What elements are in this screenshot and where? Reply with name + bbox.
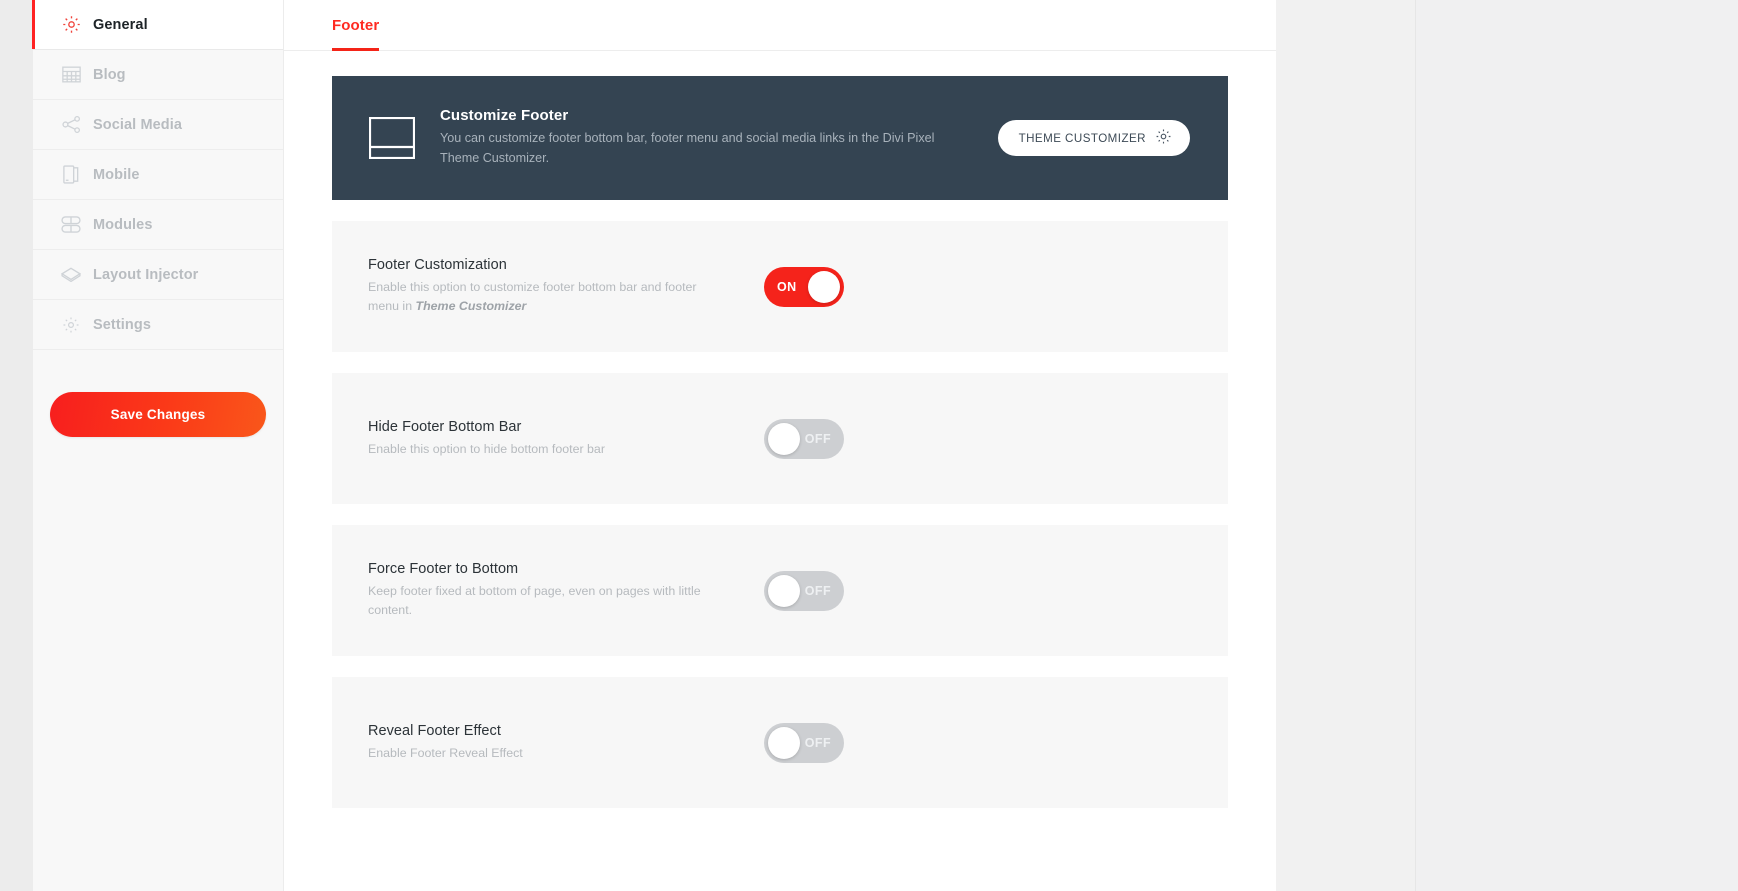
sidebar-item-blog[interactable]: Blog xyxy=(33,50,283,100)
sidebar-item-layout-injector[interactable]: Layout Injector xyxy=(33,250,283,300)
sidebar-item-label: Modules xyxy=(93,216,153,233)
sidebar-item-label: Settings xyxy=(93,316,151,333)
tab-footer[interactable]: Footer xyxy=(332,0,380,51)
modules-stack-icon xyxy=(60,214,82,236)
customize-footer-banner: Customize Footer You can customize foote… xyxy=(332,76,1228,200)
option-rows: Footer Customization Enable this option t… xyxy=(332,221,1228,808)
option-toggle[interactable]: OFF xyxy=(764,418,844,459)
mobile-device-icon xyxy=(60,164,82,186)
footer-layout-icon xyxy=(367,113,417,163)
sidebar-item-label: Social Media xyxy=(93,116,183,133)
option-description: Enable this option to customize footer b… xyxy=(368,278,728,315)
sidebar-item-label: Layout Injector xyxy=(93,266,199,283)
gear-icon xyxy=(60,14,82,36)
settings-gear-icon xyxy=(60,314,82,336)
theme-customizer-button-label: THEME CUSTOMIZER xyxy=(1018,131,1146,145)
option-row-hide-footer-bottom-bar: Hide Footer Bottom Bar Enable this option… xyxy=(332,373,1228,504)
option-title: Force Footer to Bottom xyxy=(368,561,519,578)
sidebar-item-general[interactable]: General xyxy=(32,0,283,50)
settings-main-panel: Footer Customize Footer You can customiz… xyxy=(284,0,1276,891)
footer-settings-panel: Customize Footer You can customize foote… xyxy=(284,76,1276,808)
sidebar-item-label: General xyxy=(93,16,148,33)
option-description-text: Enable Footer Reveal Effect xyxy=(368,745,523,760)
sidebar-item-label: Blog xyxy=(93,66,126,83)
option-title: Hide Footer Bottom Bar xyxy=(368,418,522,435)
theme-customizer-button[interactable]: THEME CUSTOMIZER xyxy=(997,120,1190,156)
toggle-knob xyxy=(808,270,840,303)
share-nodes-icon xyxy=(60,114,82,136)
toggle-state-label: OFF xyxy=(804,735,831,750)
option-row-reveal-footer-effect: Reveal Footer Effect Enable Footer Reveal… xyxy=(332,677,1228,808)
option-toggle[interactable]: ON xyxy=(764,266,844,307)
option-description: Keep footer fixed at bottom of page, eve… xyxy=(368,582,728,619)
sidebar-item-social-media[interactable]: Social Media xyxy=(33,100,283,150)
save-changes-button[interactable]: Save Changes xyxy=(50,392,266,437)
banner-description: You can customize footer bottom bar, foo… xyxy=(440,131,935,165)
sidebar-item-mobile[interactable]: Mobile xyxy=(33,150,283,200)
blog-grid-icon xyxy=(60,64,82,86)
layout-diamond-icon xyxy=(60,264,82,286)
option-toggle[interactable]: OFF xyxy=(764,570,844,611)
option-copy: Hide Footer Bottom Bar Enable this option… xyxy=(368,419,764,459)
option-title: Footer Customization xyxy=(368,257,507,274)
banner-text-block: Customize Footer You can customize foote… xyxy=(440,107,998,168)
option-toggle[interactable]: OFF xyxy=(764,722,844,763)
tab-bar: Footer xyxy=(284,0,1276,51)
page-outer-background xyxy=(1415,0,1738,891)
settings-sidebar: General Blog Social Media Mobile Modules Layo… xyxy=(32,0,284,891)
save-button-container: Save Changes xyxy=(33,350,283,437)
option-description-emphasis: Theme Customizer xyxy=(415,299,527,313)
sidebar-item-label: Mobile xyxy=(93,166,140,183)
toggle-knob xyxy=(768,574,800,607)
option-description-text: Keep footer fixed at bottom of page, eve… xyxy=(368,584,701,617)
option-row-footer-customization: Footer Customization Enable this option t… xyxy=(332,221,1228,352)
option-row-force-footer-to-bottom: Force Footer to Bottom Keep footer fixed … xyxy=(332,525,1228,656)
toggle-knob xyxy=(768,726,800,759)
option-copy: Reveal Footer Effect Enable Footer Reveal… xyxy=(368,723,764,763)
banner-title: Customize Footer xyxy=(440,107,569,125)
option-copy: Force Footer to Bottom Keep footer fixed … xyxy=(368,561,764,619)
gear-icon xyxy=(1155,128,1172,148)
option-copy: Footer Customization Enable this option t… xyxy=(368,257,764,315)
option-description-text: Enable this option to hide bottom footer… xyxy=(368,441,605,456)
toggle-state-label: ON xyxy=(777,279,797,294)
option-description: Enable this option to hide bottom footer… xyxy=(368,440,728,459)
option-title: Reveal Footer Effect xyxy=(368,722,501,739)
toggle-state-label: OFF xyxy=(804,431,831,446)
page-right-gutter xyxy=(1276,0,1415,891)
divi-pixel-settings-page: General Blog Social Media Mobile Modules Layo… xyxy=(0,0,1738,891)
sidebar-nav-list: General Blog Social Media Mobile Modules Layo… xyxy=(32,0,283,350)
toggle-state-label: OFF xyxy=(804,583,831,598)
sidebar-item-modules[interactable]: Modules xyxy=(33,200,283,250)
toggle-knob xyxy=(768,422,800,455)
sidebar-item-settings[interactable]: Settings xyxy=(33,300,283,350)
option-description: Enable Footer Reveal Effect xyxy=(368,744,728,763)
